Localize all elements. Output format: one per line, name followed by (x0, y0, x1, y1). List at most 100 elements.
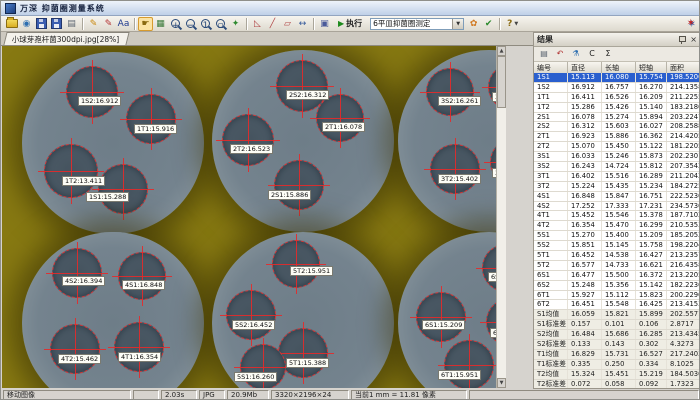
scroll-up-icon[interactable]: ▲ (497, 46, 506, 56)
help-button[interactable]: ?▼ (503, 16, 522, 31)
table-row[interactable]: 5T116.45214.53816.427213.2357 (534, 251, 700, 261)
column-header-1[interactable]: 直径 (568, 62, 602, 73)
table-row[interactable]: S1均值16.05915.82115.899202.5571 (534, 310, 700, 320)
inhibition-zone[interactable] (44, 144, 98, 198)
zoom-in-button[interactable]: + (168, 17, 183, 31)
scroll-down-icon[interactable]: ▼ (497, 378, 506, 388)
zoom-fit-button[interactable]: ▫ (213, 17, 228, 31)
pan-hand-button[interactable]: ☛ (138, 17, 153, 31)
table-row[interactable]: 5S115.27015.40015.209185.2052 (534, 231, 700, 241)
column-header-3[interactable]: 短轴 (636, 62, 667, 73)
region-select-button[interactable]: ▦ (153, 17, 168, 31)
zoom-out-button[interactable]: − (183, 17, 198, 31)
table-row[interactable]: 1S216.91216.75716.270214.1358 (534, 83, 700, 93)
pin-icon[interactable] (678, 36, 685, 43)
measure-area-button[interactable]: ▱ (280, 17, 295, 31)
inhibition-zone[interactable] (50, 324, 100, 374)
inhibition-zone[interactable] (488, 64, 496, 110)
inhibition-zone[interactable] (98, 164, 148, 214)
text-label-button[interactable]: Aa (116, 17, 131, 31)
color-pick-button[interactable]: ✦ (228, 17, 243, 31)
method-params-button[interactable]: ✿ (466, 17, 481, 31)
inhibition-zone[interactable] (272, 240, 320, 288)
inhibition-zone[interactable] (444, 340, 494, 388)
pen-draw-button[interactable]: ✎ (101, 17, 116, 31)
zoom-actual-button[interactable]: 1 (198, 17, 213, 31)
inhibition-zone[interactable] (66, 66, 118, 118)
table-row[interactable]: 6T216.45115.54816.425213.4153 (534, 300, 700, 310)
inhibition-zone[interactable] (482, 244, 496, 292)
inhibition-zone[interactable] (226, 290, 276, 340)
export-results-button[interactable]: ▤ (536, 47, 552, 61)
chevron-down-icon[interactable]: ▼ (452, 19, 463, 29)
save-all-button[interactable] (49, 17, 64, 31)
table-row[interactable]: 5S215.85115.14515.758198.2204 (534, 241, 700, 251)
column-header-2[interactable]: 长轴 (602, 62, 636, 73)
inhibition-zone[interactable] (118, 252, 166, 300)
table-cell: 15.274 (602, 113, 636, 122)
inhibition-zone[interactable] (426, 68, 474, 116)
table-row[interactable]: 3T215.22415.43515.234184.2725 (534, 182, 700, 192)
inhibition-zone[interactable] (52, 248, 102, 298)
image-tab[interactable]: 小球芽孢杆菌300dpi.jpg[28%] (3, 32, 130, 45)
calibrate-link-button[interactable]: ↔ (295, 17, 310, 31)
table-row[interactable]: 6S116.47715.50016.372213.2205 (534, 271, 700, 281)
table-row[interactable]: 4T216.35415.47016.299210.5353 (534, 221, 700, 231)
table-row[interactable]: 2T116.92315.88616.362214.4205 (534, 132, 700, 142)
inhibition-zone[interactable] (316, 94, 364, 142)
flask-sample-button[interactable]: ⚗ (568, 47, 584, 61)
table-row[interactable]: 4T115.45215.54615.378187.7102 (534, 211, 700, 221)
table-row[interactable]: S1标准差0.1570.1010.1062.8717 (534, 320, 700, 330)
table-row[interactable]: 2T215.07015.45015.122181.2205 (534, 142, 700, 152)
petri-dish: 2S2:16.3122T2:16.5232T1:16.0782S1:15.886 (212, 50, 394, 232)
save-button[interactable] (34, 17, 49, 31)
clear-results-button[interactable]: C (584, 47, 600, 61)
inhibition-zone[interactable] (486, 298, 496, 346)
table-row[interactable]: T1均值16.82915.73116.527217.2403 (534, 350, 700, 360)
pencil-edit-button[interactable]: ✎ (86, 17, 101, 31)
table-row[interactable]: 6S215.24815.35615.142182.2230 (534, 281, 700, 291)
table-row[interactable]: 1T215.28615.42615.140183.2180 (534, 103, 700, 113)
method-select[interactable]: 6平皿抑菌圈测定▼ (370, 18, 464, 30)
table-cell: 16.526 (602, 93, 636, 102)
inhibition-zone[interactable] (222, 114, 274, 166)
table-row[interactable]: 5T216.57714.73316.621216.4358 (534, 261, 700, 271)
inhibition-zone[interactable] (416, 292, 466, 342)
table-row[interactable]: 6T115.92715.11215.823200.2290 (534, 291, 700, 301)
table-row[interactable]: T2标准差0.0720.0580.0921.7323 (534, 380, 700, 388)
table-row[interactable]: S2标准差0.1330.1430.3024.3273 (534, 340, 700, 350)
table-row[interactable]: 1S115.11316.08015.754198.5206 (534, 73, 700, 83)
table-cell: 15.603 (602, 122, 636, 131)
measure-line-button[interactable]: ╱ (265, 17, 280, 31)
inhibition-zone[interactable] (274, 160, 324, 210)
table-row[interactable]: 4S217.25217.33317.231234.5730 (534, 202, 700, 212)
table-row[interactable]: 3S216.24314.72415.812207.3542 (534, 162, 700, 172)
open-image-button[interactable] (4, 17, 19, 31)
canvas-vertical-scrollbar[interactable]: ▲ ▼ (496, 46, 506, 388)
inhibition-zone[interactable] (114, 322, 164, 372)
inhibition-zone[interactable] (430, 144, 480, 194)
table-row[interactable]: 2S216.31215.60316.027208.2588 (534, 122, 700, 132)
camera-acquire-button[interactable]: ◉ (19, 17, 34, 31)
table-row[interactable]: T2均值15.32415.45115.219184.5030 (534, 370, 700, 380)
run-button[interactable]: ▶执行 (334, 16, 366, 32)
table-row[interactable]: 1T116.41116.52616.209211.2255 (534, 93, 700, 103)
table-row[interactable]: 3T116.40215.51616.289211.2042 (534, 172, 700, 182)
undo-remove-button[interactable]: ↶ (552, 47, 568, 61)
table-row[interactable]: 4S116.84815.84716.751222.5230 (534, 192, 700, 202)
table-row[interactable]: S2均值16.48415.68616.285213.4345 (534, 330, 700, 340)
inhibition-zone[interactable] (126, 94, 176, 144)
table-row[interactable]: T1标准差0.3350.2500.3348.1025 (534, 360, 700, 370)
measure-angle-button[interactable]: ◺ (250, 17, 265, 31)
print-button[interactable]: ▤ (64, 17, 79, 31)
table-row[interactable]: 2S116.07815.27415.894203.2247 (534, 113, 700, 123)
table-row[interactable]: 3S116.03315.24615.873202.2301 (534, 152, 700, 162)
image-canvas[interactable]: 1S2:16.9121T1:15.9161T2:13.4111S1:15.288… (2, 46, 496, 388)
column-header-4[interactable]: 面积 (667, 62, 700, 73)
preview-monitor-button[interactable]: ▣ (317, 17, 332, 31)
close-panel-icon[interactable]: × (690, 36, 697, 44)
scroll-thumb[interactable] (497, 56, 506, 108)
sum-statistics-button[interactable]: Σ (600, 47, 616, 61)
confirm-button[interactable]: ✔ (481, 17, 496, 31)
column-header-0[interactable]: 编号 (534, 62, 568, 73)
